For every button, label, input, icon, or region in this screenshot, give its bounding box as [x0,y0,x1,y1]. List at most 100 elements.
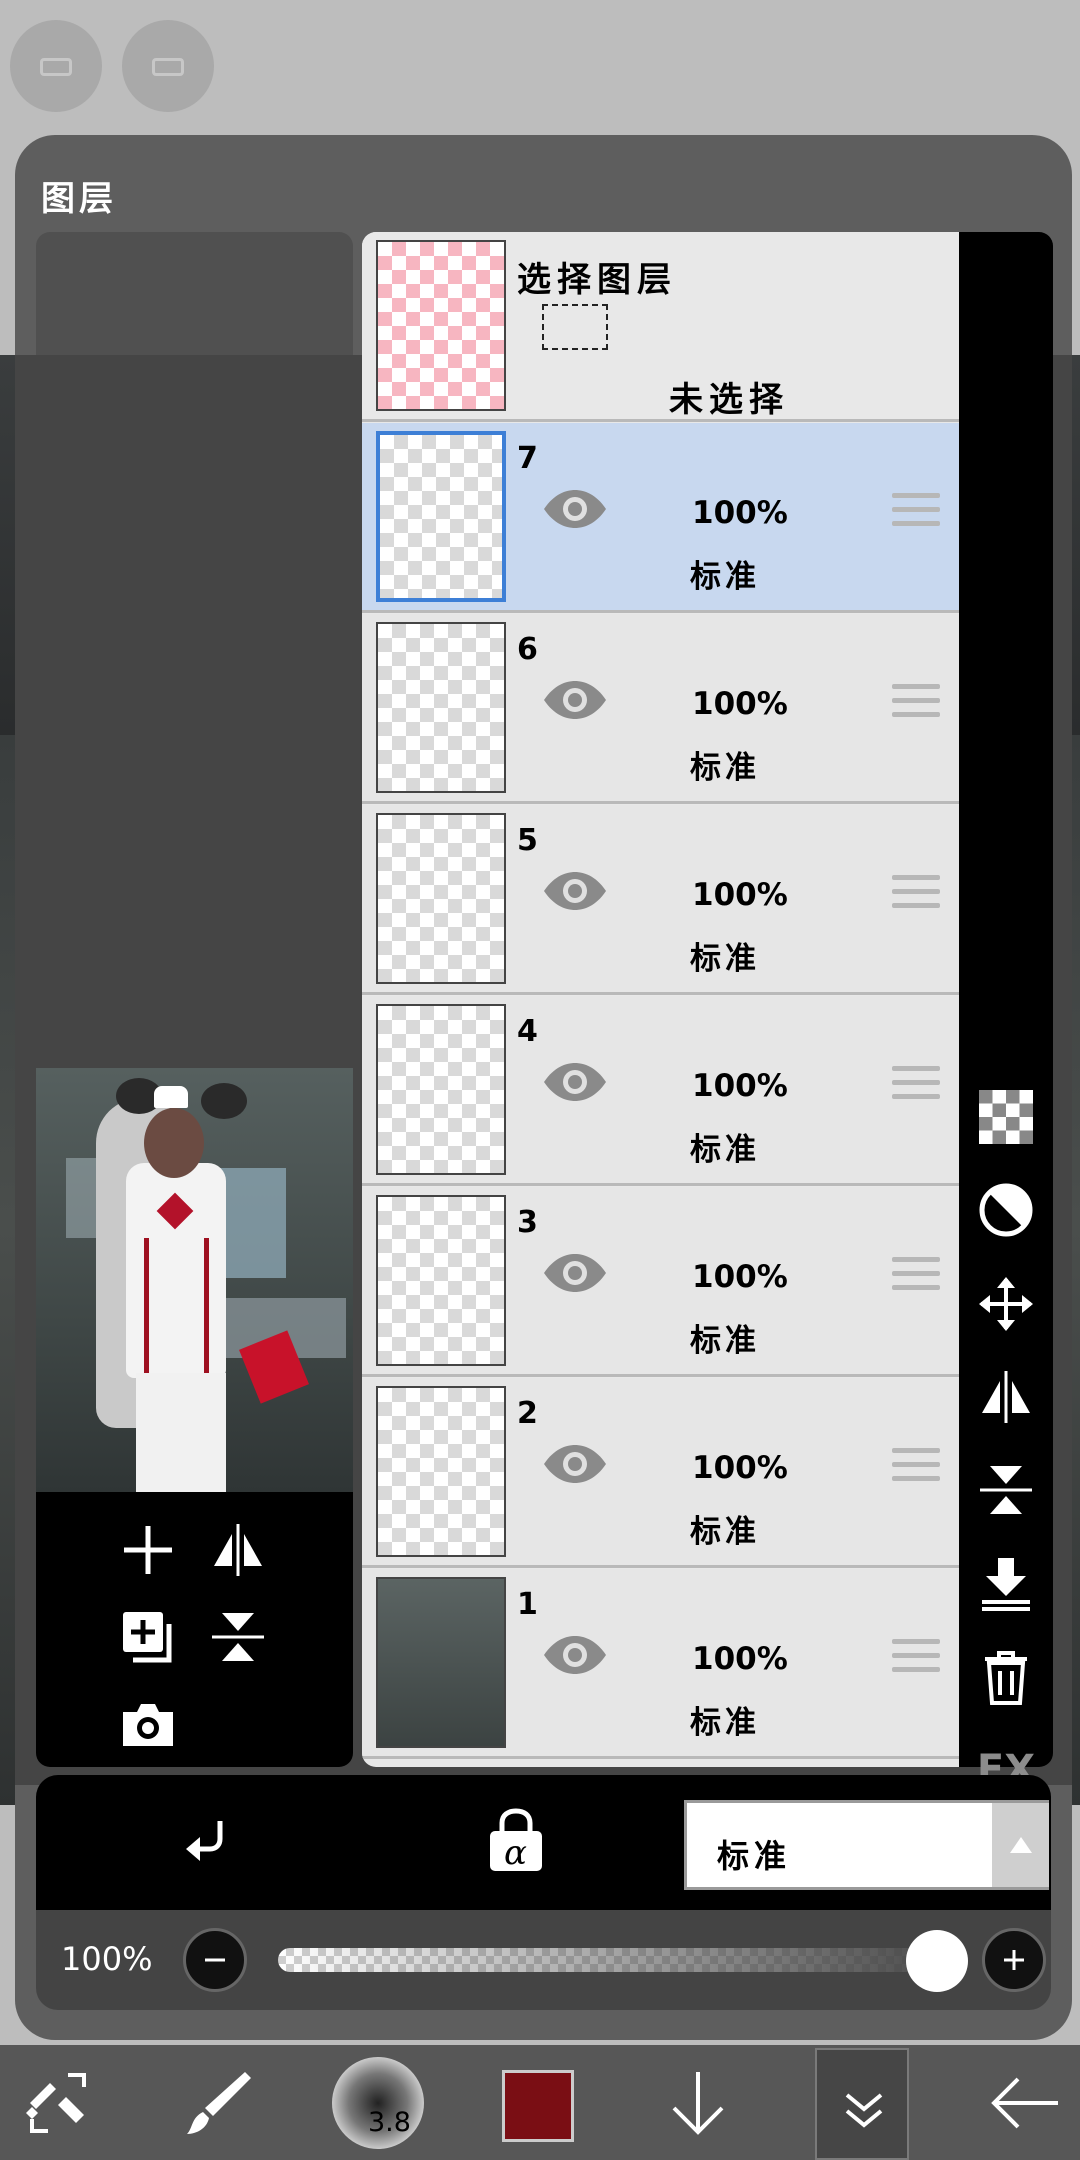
layer-opacity: 100% [692,1068,788,1104]
lock-alpha-button[interactable]: α [486,1807,546,1873]
opacity-bar: 100% [36,1910,1051,2010]
brush-icon [187,2071,251,2134]
chevron-double-down-icon [845,2093,883,2128]
left-panel [36,232,353,1767]
flip-layer-horizontal-button[interactable] [203,1515,273,1585]
layer-blend-mode: 标准 [690,750,760,786]
delete-layer-button[interactable] [976,1647,1036,1707]
layer-number: 1 [517,1587,538,1622]
plus-icon [1004,1950,1024,1970]
flip-vertical-button[interactable] [976,1460,1036,1520]
layer-row[interactable]: 7 100% 标准 [362,423,974,613]
layer-thumbnail [376,1195,506,1366]
redo-button[interactable] [122,20,214,112]
layer-row[interactable]: 3 100% 标准 [362,1187,974,1377]
brush-size-value: 3.8 [368,2107,411,2138]
eye-icon[interactable] [542,488,608,530]
left-tools [36,1492,353,1767]
add-layer-button[interactable] [113,1515,183,1585]
layer-thumbnail [376,1577,506,1748]
drag-handle-icon[interactable] [892,875,940,917]
eye-icon[interactable] [542,1252,608,1294]
layer-tools-strip: FX [959,232,1053,1881]
layer-row[interactable]: 5 100% 标准 [362,805,974,995]
layer-thumbnail [376,622,506,793]
opacity-increase-button[interactable] [982,1928,1046,1992]
undo-button[interactable] [10,20,102,112]
brush-size-button[interactable]: 3.8 [332,2057,424,2149]
layer-number: 3 [517,1205,538,1240]
plus-icon [124,1526,172,1574]
layer-number: 6 [517,632,538,667]
select-layer-row[interactable]: 选择图层 未选择 [362,232,974,422]
opacity-slider[interactable] [278,1948,968,1972]
blend-mode-value: 标准 [717,1837,792,1875]
color-swatch[interactable] [502,2070,574,2142]
layer-row[interactable]: 2 100% 标准 [362,1378,974,1568]
trash-icon [985,1651,1027,1705]
eye-icon[interactable] [542,1061,608,1103]
drag-handle-icon[interactable] [892,1066,940,1108]
alpha-label: α [504,1833,527,1873]
move-icon [979,1277,1033,1331]
layer-blend-mode: 标准 [690,559,760,595]
layer-row[interactable]: 6 100% 标准 [362,614,974,804]
layer-number: 4 [517,1014,538,1049]
eye-icon[interactable] [542,679,608,721]
drag-handle-icon[interactable] [892,1257,940,1299]
camera-icon [123,1704,173,1746]
layer-number: 2 [517,1396,538,1431]
drag-handle-icon[interactable] [892,684,940,726]
eye-icon[interactable] [542,870,608,912]
layer-number: 5 [517,823,538,858]
layer-preview[interactable] [36,1068,353,1492]
layer-blend-mode: 标准 [690,1514,760,1550]
selection-thumbnail [376,240,506,411]
mask-button[interactable] [976,1180,1036,1240]
eye-icon[interactable] [542,1634,608,1676]
flip-vertical-icon [212,1613,264,1661]
clipping-button[interactable] [176,1815,236,1875]
preview-head [144,1108,204,1178]
flip-layer-vertical-button[interactable] [203,1602,273,1672]
layer-opacity: 100% [692,495,788,531]
opacity-decrease-button[interactable] [183,1928,247,1992]
arrow-down-icon [672,2071,724,2135]
duplicate-icon [123,1612,172,1663]
duplicate-layer-button[interactable] [113,1602,183,1672]
camera-button[interactable] [113,1690,183,1760]
drag-handle-icon[interactable] [892,493,940,535]
layer-row[interactable]: 4 100% 标准 [362,996,974,1186]
layer-blend-mode: 标准 [690,941,760,977]
layer-row[interactable]: 1 100% 标准 [362,1569,974,1759]
preview-ear [201,1083,247,1119]
back-button[interactable] [985,2045,1065,2160]
layer-blend-mode: 标准 [690,1705,760,1741]
layer-thumbnail [376,1386,506,1557]
merge-down-button[interactable] [976,1554,1036,1614]
preview-stripe [144,1238,149,1378]
tool-switch-button[interactable] [20,2045,96,2160]
dropdown-arrow-icon [992,1803,1049,1887]
flip-vertical-icon [980,1466,1032,1514]
move-button[interactable] [976,1274,1036,1334]
left-panel-empty [36,232,353,1072]
layers-toggle-button[interactable] [815,2048,909,2160]
preview-window [216,1168,286,1278]
eye-icon[interactable] [542,1443,608,1485]
down-arrow-button[interactable] [660,2045,736,2160]
redo-icon [152,58,184,76]
opacity-slider-knob[interactable] [906,1930,968,1992]
brush-tool-button[interactable] [180,2045,256,2160]
selection-marquee-icon [542,304,608,350]
drag-handle-icon[interactable] [892,1639,940,1681]
layer-options-bar: α 标准 [36,1775,1051,1910]
drag-handle-icon[interactable] [892,1448,940,1490]
layer-list[interactable]: 选择图层 未选择 7 100% 标准 6 100% 标准 5 100% 标准 4… [362,232,974,1767]
flip-horizontal-icon [214,1524,262,1576]
checkerboard-button[interactable] [976,1087,1036,1147]
layer-opacity: 100% [692,877,788,913]
layer-opacity: 100% [692,1259,788,1295]
blend-mode-select[interactable]: 标准 [684,1800,1049,1890]
flip-horizontal-button[interactable] [976,1367,1036,1427]
